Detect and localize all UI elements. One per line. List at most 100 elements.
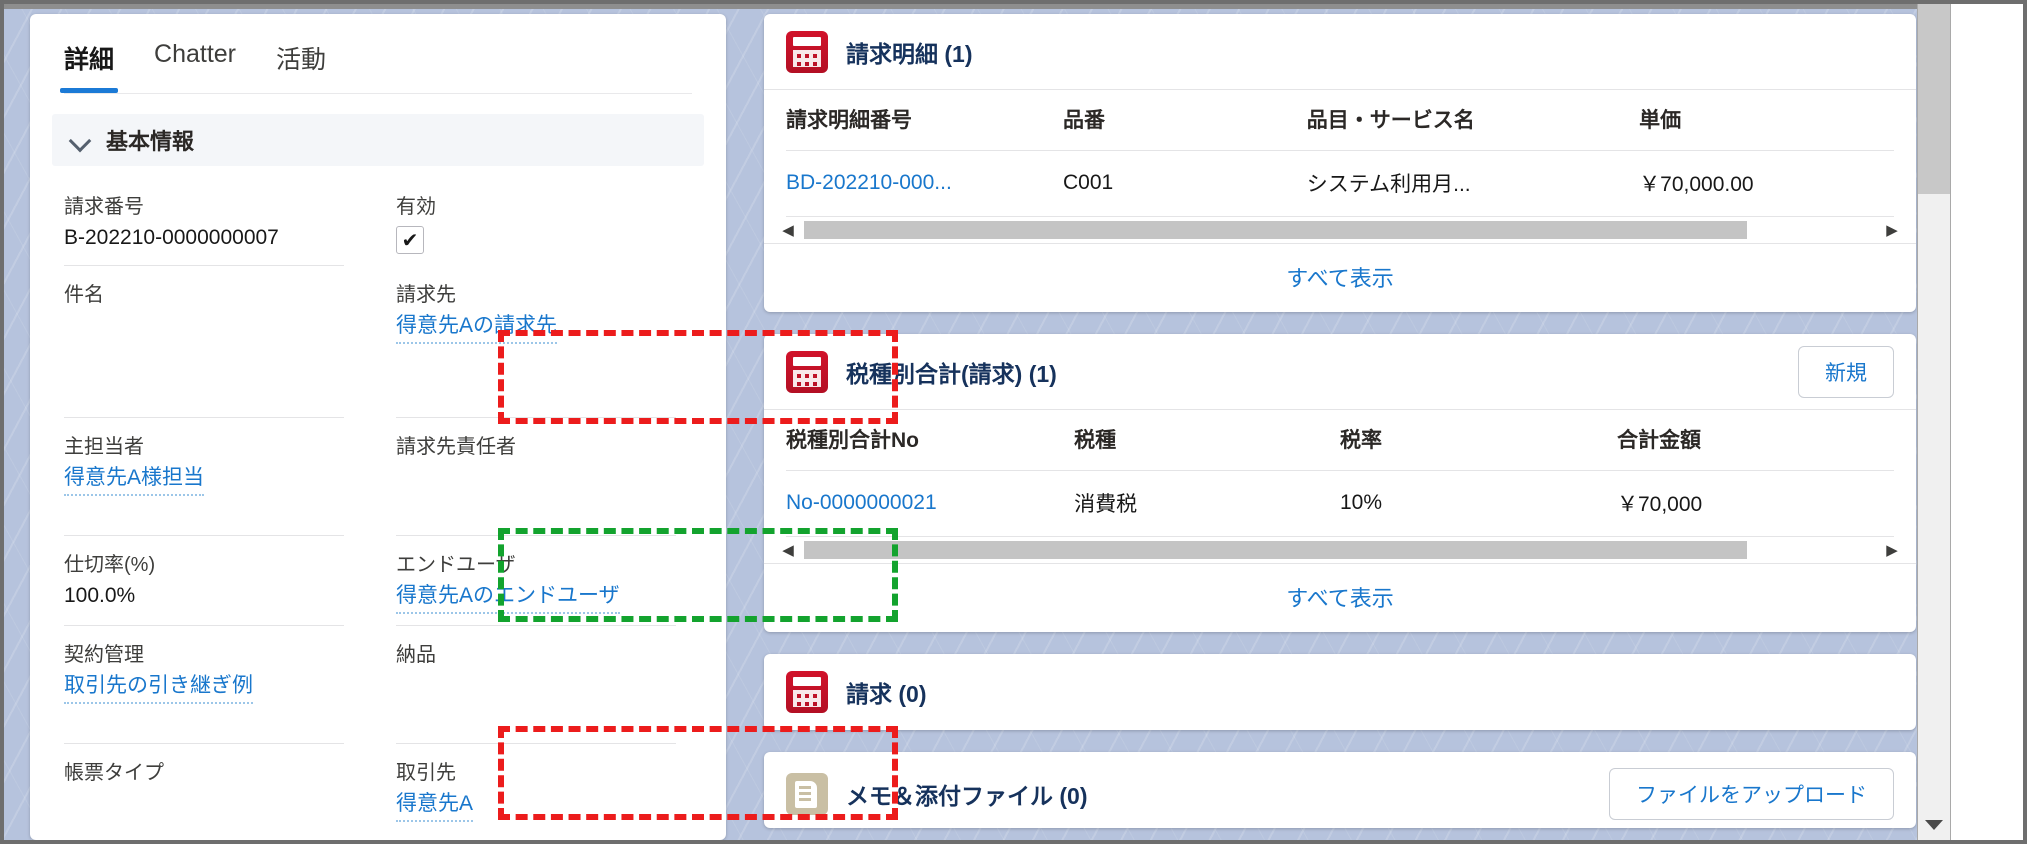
section-header-basic-info[interactable]: 基本情報 <box>52 114 704 166</box>
record-detail-panel: 詳細 Chatter 活動 基本情報 請求番号 B-202210-0000000… <box>30 14 726 840</box>
field-label: 主担当者 <box>64 436 144 458</box>
cell-value: ￥70,000.00 <box>1639 150 1894 217</box>
vertical-scroll-thumb[interactable] <box>1918 4 1950 194</box>
upload-file-button[interactable]: ファイルをアップロード <box>1609 768 1894 820</box>
related-card-tax-totals: 税種別合計(請求) (1) 新規 税種別合計No 税種 税率 合計金額 No-0… <box>764 334 1916 632</box>
field-label: 取引先 <box>396 762 456 784</box>
field-end-user: エンドユーザ 得意先Aのエンドユーザ <box>396 536 692 626</box>
card-header: メモ＆添付ファイル (0) ファイルをアップロード <box>764 752 1916 828</box>
field-label: 納品 <box>396 644 436 666</box>
card-header: 請求 (0) <box>764 654 1916 730</box>
column-header[interactable]: 単価 <box>1639 90 1894 151</box>
table-header-row: 税種別合計No 税種 税率 合計金額 <box>786 410 1894 471</box>
scroll-track[interactable] <box>798 541 1882 559</box>
field-active: 有効 ✔ <box>396 178 692 266</box>
related-card-notes-attachments: メモ＆添付ファイル (0) ファイルをアップロード <box>764 752 1916 828</box>
active-checkbox[interactable]: ✔ <box>396 226 424 254</box>
calculator-icon <box>786 31 828 73</box>
field-label: 契約管理 <box>64 644 144 666</box>
tabs-divider <box>64 93 692 94</box>
bill-to-link[interactable]: 得意先Aの請求先 <box>396 310 558 344</box>
field-form-type: 帳票タイプ <box>64 744 360 840</box>
field-bill-to-person: 請求先責任者 <box>396 418 692 536</box>
cell-value: ￥70,000 <box>1616 470 1894 537</box>
tab-chatter[interactable]: Chatter <box>154 40 236 93</box>
cell-value: C001 <box>1063 150 1307 217</box>
field-account: 取引先 得意先A <box>396 744 692 840</box>
scroll-right-arrow[interactable]: ▶ <box>1882 221 1902 239</box>
cell-value: 10% <box>1339 470 1617 537</box>
calculator-icon <box>786 671 828 713</box>
section-title: 基本情報 <box>106 129 195 154</box>
column-header[interactable]: 税率 <box>1339 410 1617 471</box>
calculator-icon <box>786 351 828 393</box>
horizontal-scrollbar[interactable]: ◀ ▶ <box>778 217 1902 243</box>
field-delivery: 納品 <box>396 626 692 744</box>
scroll-down-arrow[interactable] <box>1918 812 1950 838</box>
field-value: 100.0% <box>64 584 136 607</box>
cell-record-link[interactable]: No-0000000021 <box>786 470 1075 537</box>
scroll-left-arrow[interactable]: ◀ <box>778 541 798 559</box>
window-top-edge <box>4 4 2023 9</box>
card-title: メモ＆添付ファイル (0) <box>846 783 1088 809</box>
card-title: 請求 (0) <box>846 681 927 707</box>
field-margin-rate: 仕切率(%) 100.0% <box>64 536 360 626</box>
card-title: 請求明細 (1) <box>846 41 973 67</box>
field-label: 請求先 <box>396 284 456 306</box>
field-value: B-202210-0000000007 <box>64 226 279 249</box>
tab-activity[interactable]: 活動 <box>276 40 326 93</box>
vertical-scrollbar[interactable] <box>1917 4 1951 840</box>
card-header: 税種別合計(請求) (1) 新規 <box>764 334 1916 410</box>
data-table: 税種別合計No 税種 税率 合計金額 No-0000000021 消費税 10%… <box>786 410 1894 537</box>
scroll-thumb[interactable] <box>804 221 1748 239</box>
table-header-row: 請求明細番号 品番 品目・サービス名 単価 <box>786 90 1894 151</box>
detail-tabs: 詳細 Chatter 活動 <box>30 14 726 93</box>
data-table: 請求明細番号 品番 品目・サービス名 単価 BD-202210-000... C… <box>786 90 1894 217</box>
field-label: 仕切率(%) <box>64 554 156 576</box>
field-bill-to: 請求先 得意先Aの請求先 <box>396 266 692 418</box>
scroll-right-arrow[interactable]: ▶ <box>1882 541 1902 559</box>
card-header: 請求明細 (1) <box>764 14 1916 90</box>
column-header[interactable]: 合計金額 <box>1616 410 1894 471</box>
field-label: 件名 <box>64 284 104 306</box>
cell-record-link[interactable]: BD-202210-000... <box>786 150 1063 217</box>
related-card-invoices: 請求 (0) <box>764 654 1916 730</box>
field-contract: 契約管理 取引先の引き継ぎ例 <box>64 626 360 744</box>
right-gutter <box>1951 4 2023 840</box>
note-attachment-icon <box>786 773 828 815</box>
end-user-link[interactable]: 得意先Aのエンドユーザ <box>396 580 620 614</box>
related-card-invoice-lines: 請求明細 (1) 請求明細番号 品番 品目・サービス名 単価 BD-202210… <box>764 14 1916 312</box>
field-label: エンドユーザ <box>396 554 516 576</box>
detail-field-grid: 請求番号 B-202210-0000000007 有効 ✔ 件名 請求先 得意先… <box>30 166 726 840</box>
tab-detail[interactable]: 詳細 <box>59 40 119 93</box>
table-row: No-0000000021 消費税 10% ￥70,000 <box>786 470 1894 537</box>
card-title: 税種別合計(請求) (1) <box>846 361 1057 387</box>
cell-value: 消費税 <box>1074 470 1340 537</box>
field-subject: 件名 <box>64 266 360 418</box>
horizontal-scrollbar[interactable]: ◀ ▶ <box>778 537 1902 563</box>
cell-value: システム利用月... <box>1306 150 1640 217</box>
column-header[interactable]: 品番 <box>1063 90 1307 151</box>
related-lists-column: 請求明細 (1) 請求明細番号 品番 品目・サービス名 単価 BD-202210… <box>764 14 1916 840</box>
column-header[interactable]: 品目・サービス名 <box>1306 90 1640 151</box>
scroll-left-arrow[interactable]: ◀ <box>778 221 798 239</box>
owner-link[interactable]: 得意先A様担当 <box>64 462 205 496</box>
account-link[interactable]: 得意先A <box>396 788 474 822</box>
app-window: 詳細 Chatter 活動 基本情報 請求番号 B-202210-0000000… <box>0 0 2027 844</box>
field-owner: 主担当者 得意先A様担当 <box>64 418 360 536</box>
field-invoice-number: 請求番号 B-202210-0000000007 <box>64 178 360 266</box>
show-all-link[interactable]: すべて表示 <box>764 563 1916 632</box>
contract-link[interactable]: 取引先の引き継ぎ例 <box>64 670 253 704</box>
column-header[interactable]: 税種 <box>1074 410 1340 471</box>
chevron-down-icon <box>70 129 92 151</box>
scroll-thumb[interactable] <box>804 541 1748 559</box>
new-button[interactable]: 新規 <box>1798 346 1894 398</box>
field-label: 請求番号 <box>64 196 144 218</box>
column-header[interactable]: 請求明細番号 <box>786 90 1063 151</box>
show-all-link[interactable]: すべて表示 <box>764 243 1916 312</box>
column-header[interactable]: 税種別合計No <box>786 410 1075 471</box>
table-wrapper: 税種別合計No 税種 税率 合計金額 No-0000000021 消費税 10%… <box>764 410 1916 537</box>
table-wrapper: 請求明細番号 品番 品目・サービス名 単価 BD-202210-000... C… <box>764 90 1916 217</box>
scroll-track[interactable] <box>798 221 1882 239</box>
field-label: 請求先責任者 <box>396 436 516 458</box>
